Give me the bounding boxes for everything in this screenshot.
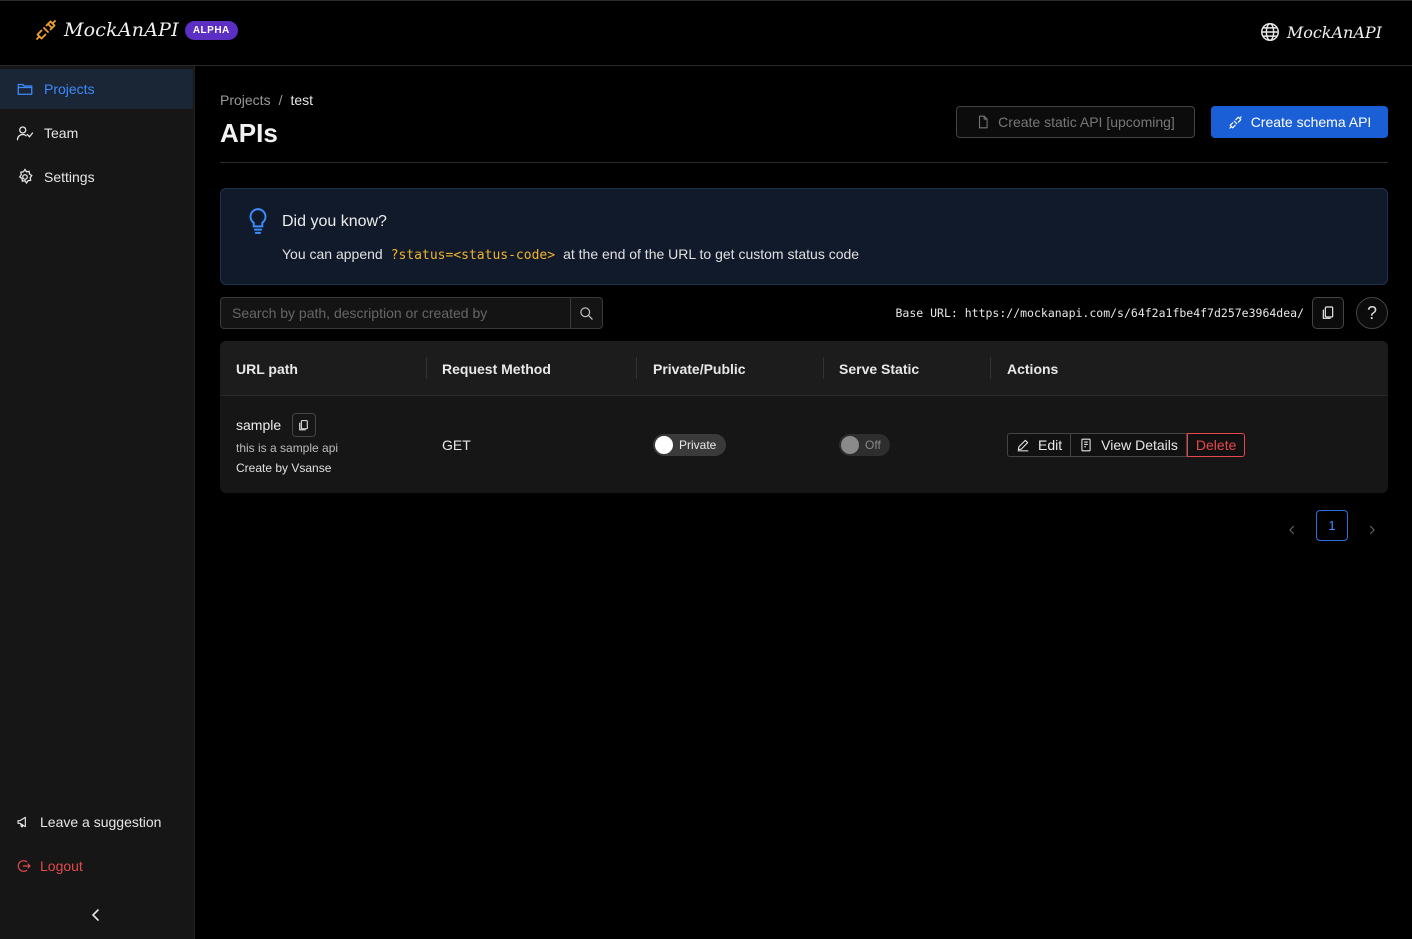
- api-description: this is a sample api: [236, 441, 339, 455]
- toggle-knob: [655, 436, 673, 454]
- sidebar-item-projects[interactable]: Projects: [0, 69, 193, 109]
- lightbulb-icon: [249, 208, 267, 234]
- header-divider: [220, 162, 1388, 163]
- search-button[interactable]: [570, 298, 602, 328]
- apis-table: URL path Request Method Private/Public S…: [220, 341, 1388, 493]
- search-input[interactable]: [221, 298, 571, 328]
- megaphone-icon: [17, 816, 26, 828]
- pagination-next[interactable]: [1362, 520, 1382, 540]
- tip-text: You can append ?status=<status-code> at th…: [282, 246, 859, 263]
- column-header-actions: Actions: [1007, 360, 1059, 377]
- top-right-label: MockAnAPI: [1286, 22, 1382, 42]
- edit-label: Edit: [1038, 437, 1063, 453]
- sidebar-item-settings[interactable]: Settings: [0, 157, 193, 197]
- visibility-toggle[interactable]: Private: [653, 434, 726, 456]
- sidebar-item-label: Projects: [44, 81, 95, 97]
- view-details-button[interactable]: View Details: [1071, 433, 1187, 457]
- page-title: APIs: [220, 118, 278, 148]
- sidebar-item-label: Team: [44, 125, 79, 141]
- folder-icon: [17, 83, 33, 95]
- sidebar: Projects Team Settings Leave a suggestio…: [0, 66, 195, 939]
- tip-suffix: at the end of the URL to get custom stat…: [563, 246, 860, 262]
- copy-icon: [1322, 306, 1334, 319]
- app-name: MockAnAPI: [64, 19, 179, 41]
- delete-button[interactable]: Delete: [1186, 433, 1246, 457]
- collapse-sidebar-icon[interactable]: [86, 905, 106, 925]
- url-path-cell: sample: [236, 413, 316, 437]
- base-url: Base URL: https://mockanapi.com/s/64f2a1…: [895, 306, 1304, 320]
- breadcrumb-separator: /: [278, 92, 283, 108]
- api-created-by: Create by Vsanse: [236, 461, 332, 475]
- sidebar-item-team[interactable]: Team: [0, 113, 193, 153]
- serve-static-label: Off: [865, 438, 881, 452]
- column-header-serve-static: Serve Static: [839, 360, 920, 377]
- did-you-know-banner: Did you know? You can append ?status=<sta…: [220, 188, 1388, 285]
- breadcrumb-current: test: [290, 92, 314, 108]
- table-header: URL path Request Method Private/Public S…: [220, 341, 1388, 396]
- url-path: sample: [236, 417, 282, 433]
- copy-base-url-button[interactable]: [1312, 297, 1344, 329]
- toggle-knob: [841, 436, 859, 454]
- visibility-label: Private: [679, 438, 717, 452]
- create-schema-api-button[interactable]: Create schema API: [1211, 106, 1388, 138]
- column-header-private-public: Private/Public: [653, 360, 746, 377]
- create-schema-api-label: Create schema API: [1250, 114, 1372, 130]
- base-url-value: https://mockanapi.com/s/64f2a1fbe4f7d257…: [964, 306, 1304, 320]
- help-button[interactable]: ?: [1356, 297, 1388, 329]
- tip-title: Did you know?: [282, 213, 387, 230]
- create-static-api-button[interactable]: Create static API [upcoming]: [956, 106, 1195, 138]
- request-method: GET: [442, 437, 471, 453]
- pencil-icon: [1017, 439, 1029, 452]
- column-header-request-method: Request Method: [442, 360, 551, 377]
- gear-icon: [18, 168, 33, 185]
- file-icon: [979, 115, 988, 129]
- edit-button[interactable]: Edit: [1007, 433, 1072, 457]
- copy-path-button[interactable]: [291, 413, 316, 437]
- language-switcher[interactable]: MockAnAPI: [1259, 21, 1382, 43]
- serve-static-toggle[interactable]: Off: [839, 434, 890, 456]
- plug-icon: [1229, 115, 1242, 129]
- tip-prefix: You can append: [282, 246, 383, 262]
- alpha-badge: ALPHA: [184, 20, 238, 40]
- column-separator: [823, 357, 824, 379]
- document-icon: [1081, 438, 1091, 452]
- create-static-api-label: Create static API [upcoming]: [998, 114, 1175, 130]
- breadcrumb: Projects / test: [220, 92, 313, 108]
- search-icon: [580, 306, 593, 320]
- copy-icon: [299, 419, 308, 430]
- column-separator: [636, 357, 637, 379]
- search-box: [220, 297, 603, 329]
- tip-code: ?status=<status-code>: [390, 248, 556, 263]
- leave-suggestion-button[interactable]: Leave a suggestion: [0, 802, 193, 842]
- leave-suggestion-label: Leave a suggestion: [40, 814, 162, 830]
- logout-label: Logout: [40, 858, 83, 874]
- breadcrumb-projects-link[interactable]: Projects: [220, 92, 271, 108]
- app-logo[interactable]: MockAnAPI ALPHA: [34, 18, 238, 42]
- column-header-url-path: URL path: [236, 360, 298, 377]
- chevron-left-icon: [1289, 525, 1294, 535]
- chevron-right-icon: [1370, 525, 1375, 535]
- team-icon: [16, 126, 34, 141]
- pagination-prev[interactable]: [1282, 520, 1302, 540]
- plug-icon: [36, 20, 56, 40]
- sidebar-item-label: Settings: [44, 169, 95, 185]
- column-separator: [426, 357, 427, 379]
- row-actions: Edit View Details Delete: [1007, 433, 1246, 457]
- view-details-label: View Details: [1101, 437, 1178, 453]
- base-url-label: Base URL:: [895, 306, 958, 320]
- logout-icon: [17, 860, 31, 872]
- top-bar: MockAnAPI ALPHA MockAnAPI: [0, 0, 1412, 66]
- globe-icon: [1260, 23, 1279, 41]
- logout-button[interactable]: Logout: [0, 846, 193, 886]
- pagination-page[interactable]: 1: [1316, 510, 1348, 541]
- column-separator: [990, 357, 991, 379]
